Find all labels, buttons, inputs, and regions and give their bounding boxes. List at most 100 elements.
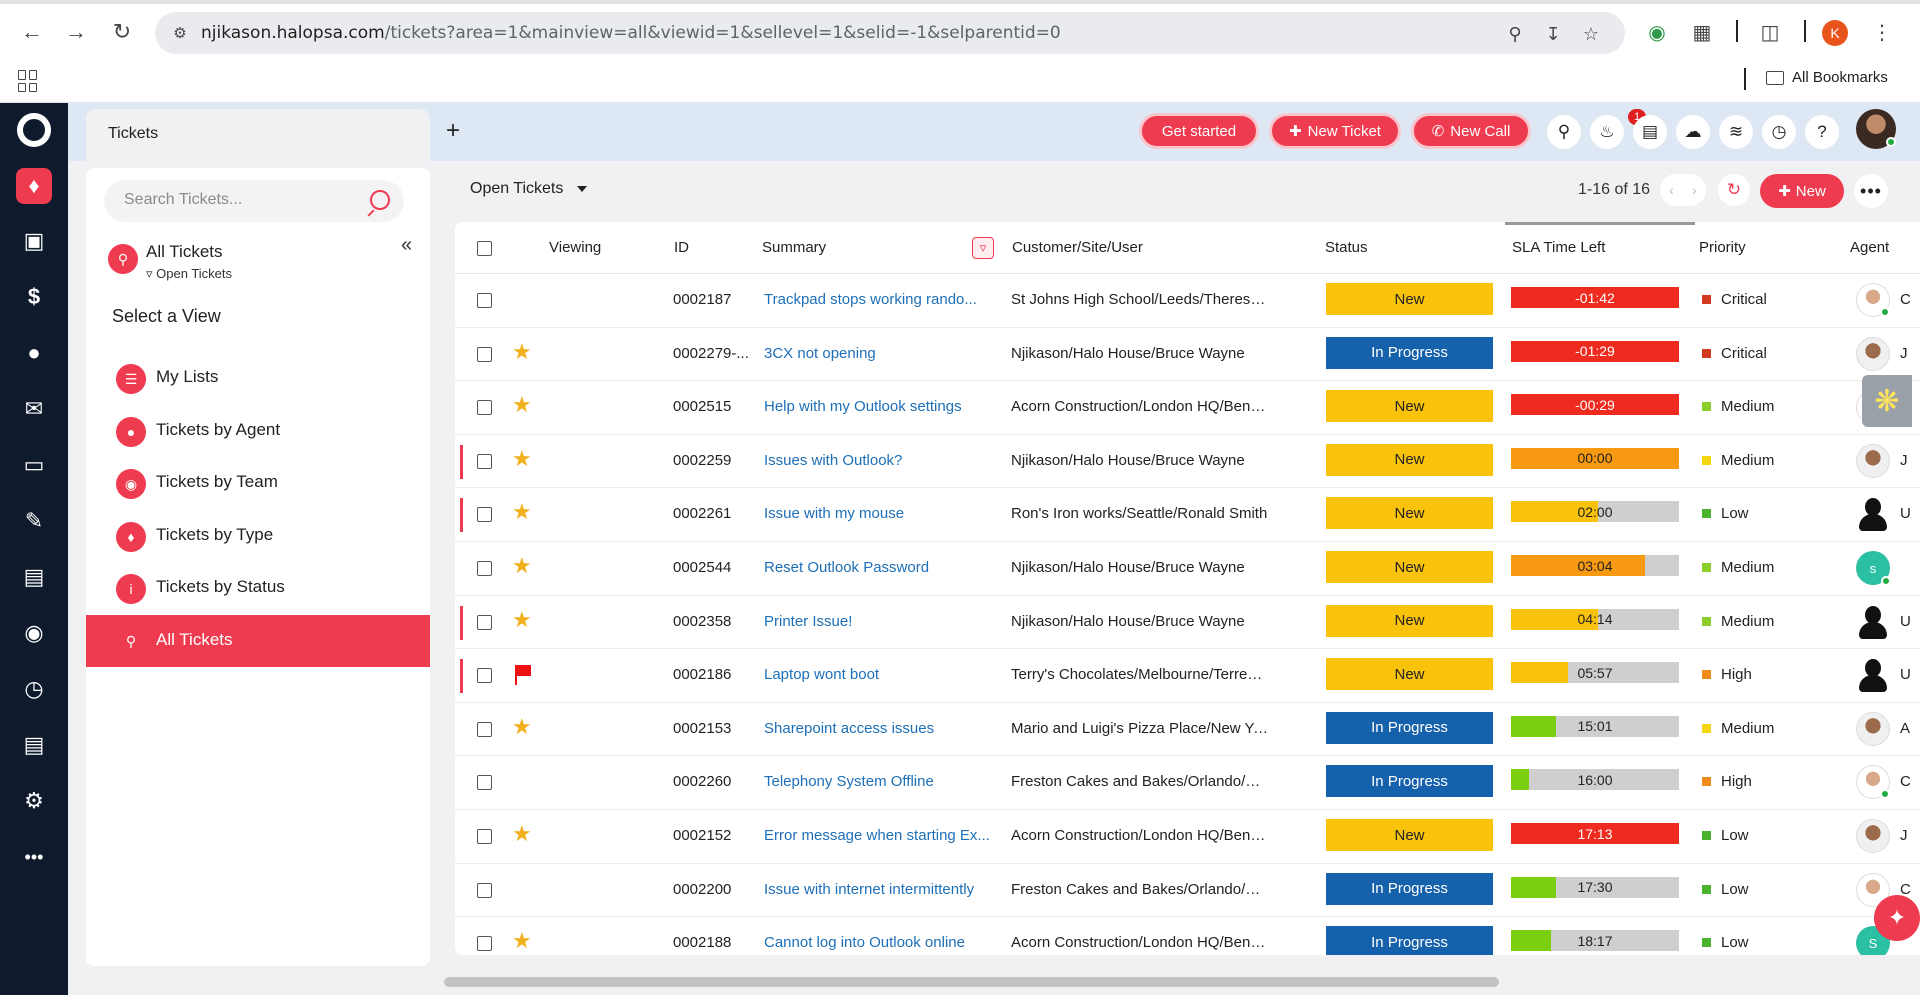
- ticket-summary-link[interactable]: 3CX not opening: [764, 345, 1002, 362]
- halo-logo[interactable]: [17, 113, 51, 147]
- search-tickets-input[interactable]: Search Tickets...: [104, 180, 404, 222]
- apps-grid-icon[interactable]: [18, 70, 40, 92]
- tab-search-icon[interactable]: ◫: [1756, 18, 1784, 46]
- address-bar[interactable]: ⚙ njikason.halopsa.com/tickets?area=1&ma…: [155, 12, 1625, 54]
- view-item-all-tickets[interactable]: ⚲ All Tickets: [86, 614, 430, 667]
- row-checkbox[interactable]: [477, 775, 492, 791]
- user-avatar[interactable]: [1856, 109, 1896, 149]
- table-row[interactable]: ★ 0002261 Issue with my mouse Ron's Iron wo…: [455, 488, 1920, 542]
- select-all-checkbox[interactable]: [477, 241, 492, 256]
- star-icon[interactable]: ★: [512, 930, 532, 952]
- bookmark-star-icon[interactable]: ☆: [1579, 22, 1603, 46]
- ticket-summary-link[interactable]: Reset Outlook Password: [764, 559, 1002, 576]
- col-summary[interactable]: Summary: [762, 239, 826, 256]
- refresh-icon[interactable]: ↻: [1718, 174, 1750, 206]
- rss-icon[interactable]: ≋: [1719, 115, 1753, 149]
- tab-tickets[interactable]: Tickets: [86, 109, 430, 161]
- reload-icon[interactable]: ↻: [106, 16, 138, 48]
- new-ticket-button[interactable]: ✚ New Ticket: [1269, 113, 1401, 149]
- ticket-summary-link[interactable]: Telephony System Offline: [764, 773, 1002, 790]
- star-icon[interactable]: ★: [512, 823, 532, 845]
- view-item-tickets-by-type[interactable]: ♦ Tickets by Type: [86, 510, 430, 562]
- search-icon[interactable]: ⚲: [1547, 115, 1581, 149]
- new-call-button[interactable]: ✆ New Call: [1411, 113, 1531, 149]
- settings-nav-icon[interactable]: ⚙: [16, 783, 52, 819]
- star-icon[interactable]: ★: [512, 501, 532, 523]
- col-customer[interactable]: Customer/Site/User: [1012, 239, 1143, 256]
- get-started-button[interactable]: Get started: [1139, 113, 1259, 149]
- agent-avatar[interactable]: [1856, 336, 1890, 371]
- more-nav-icon[interactable]: •••: [16, 839, 52, 875]
- view-item-my-lists[interactable]: ☰ My Lists: [86, 352, 430, 404]
- ticket-summary-link[interactable]: Help with my Outlook settings: [764, 398, 1002, 415]
- search-icon[interactable]: [370, 190, 390, 210]
- new-button[interactable]: ✚ New: [1760, 174, 1844, 208]
- ticket-summary-link[interactable]: Issue with my mouse: [764, 505, 1002, 522]
- table-row[interactable]: ★ 0002152 Error message when starting Ex..…: [455, 810, 1920, 864]
- star-icon[interactable]: ★: [512, 447, 532, 470]
- row-checkbox[interactable]: [477, 829, 492, 844]
- row-checkbox[interactable]: [477, 721, 492, 737]
- clock-icon[interactable]: ◷: [1762, 115, 1796, 149]
- mail-nav-icon[interactable]: ✉: [16, 391, 52, 427]
- more-options-icon[interactable]: •••: [1854, 174, 1888, 208]
- table-row[interactable]: 0002186 Laptop wont boot Terry's Chocolate…: [455, 649, 1920, 703]
- extension-icon[interactable]: ◉: [1643, 18, 1671, 46]
- agent-avatar[interactable]: [1856, 819, 1890, 853]
- table-row[interactable]: ★ 0002279-... 3CX not opening Njikason/Halo…: [455, 328, 1920, 382]
- briefcase-nav-icon[interactable]: ▣: [16, 223, 52, 259]
- col-agent[interactable]: Agent: [1850, 239, 1889, 256]
- table-row[interactable]: ★ 0002544 Reset Outlook Password Njikason/H…: [455, 542, 1920, 596]
- row-checkbox[interactable]: [477, 936, 492, 952]
- next-page-icon[interactable]: ›: [1692, 182, 1697, 198]
- url-text[interactable]: njikason.halopsa.com/tickets?area=1&main…: [201, 23, 1061, 43]
- bell-icon[interactable]: ♨: [1590, 115, 1624, 149]
- flag-icon[interactable]: [515, 665, 531, 686]
- table-row[interactable]: ★ 0002153 Sharepoint access issues Mario an…: [455, 703, 1920, 757]
- report-nav-icon[interactable]: ▤: [16, 727, 52, 763]
- row-checkbox[interactable]: [477, 668, 492, 684]
- ai-assist-button[interactable]: ✦: [1874, 895, 1920, 941]
- agent-avatar[interactable]: s: [1856, 551, 1891, 586]
- view-selector[interactable]: Open Tickets: [470, 180, 588, 198]
- table-row[interactable]: 0002200 Issue with internet intermittentl…: [455, 864, 1920, 918]
- edit-nav-icon[interactable]: ✎: [16, 503, 52, 539]
- collapse-sidebar-icon[interactable]: «: [401, 234, 412, 257]
- table-row[interactable]: ★ 0002188 Cannot log into Outlook online Ac…: [455, 917, 1920, 955]
- extensions-puzzle-icon[interactable]: ▦: [1688, 18, 1716, 46]
- ticket-summary-link[interactable]: Error message when starting Ex...: [764, 827, 1002, 844]
- row-checkbox[interactable]: [477, 400, 492, 416]
- agent-avatar[interactable]: [1856, 283, 1890, 317]
- row-checkbox[interactable]: [477, 293, 492, 308]
- view-item-tickets-by-agent[interactable]: ● Tickets by Agent: [86, 405, 430, 457]
- col-sla[interactable]: SLA Time Left: [1512, 239, 1605, 256]
- col-viewing[interactable]: Viewing: [549, 239, 601, 256]
- sparkle-widget-icon[interactable]: ❋: [1862, 375, 1912, 427]
- row-checkbox[interactable]: [477, 882, 492, 898]
- star-icon[interactable]: ★: [512, 394, 532, 416]
- col-priority[interactable]: Priority: [1699, 239, 1746, 256]
- ticket-summary-link[interactable]: Laptop wont boot: [764, 666, 1002, 683]
- user-nav-icon[interactable]: ●: [16, 335, 52, 371]
- row-checkbox[interactable]: [477, 561, 492, 576]
- agent-avatar[interactable]: [1856, 443, 1890, 478]
- forward-icon[interactable]: →: [60, 16, 92, 48]
- agent-avatar[interactable]: [1856, 497, 1890, 532]
- ticket-summary-link[interactable]: Sharepoint access issues: [764, 720, 1002, 737]
- dollar-nav-icon[interactable]: $: [16, 279, 52, 315]
- profile-avatar[interactable]: K: [1822, 20, 1848, 46]
- star-icon[interactable]: ★: [512, 555, 532, 577]
- ticket-summary-link[interactable]: Trackpad stops working rando...: [764, 291, 1002, 308]
- table-row[interactable]: ★ 0002259 Issues with Outlook? Njikason/Hal…: [455, 435, 1920, 489]
- filter-icon[interactable]: ▿: [972, 237, 994, 259]
- help-icon[interactable]: ?: [1805, 115, 1839, 149]
- row-checkbox[interactable]: [477, 346, 492, 362]
- row-checkbox[interactable]: [477, 453, 492, 469]
- ticket-summary-link[interactable]: Issues with Outlook?: [764, 452, 1002, 469]
- cloud-icon[interactable]: ☁: [1676, 115, 1710, 149]
- star-icon[interactable]: ★: [512, 608, 532, 631]
- laptop-nav-icon[interactable]: ▭: [16, 447, 52, 483]
- back-icon[interactable]: ←: [16, 16, 48, 48]
- document-nav-icon[interactable]: ▤: [16, 559, 52, 595]
- row-checkbox[interactable]: [477, 614, 492, 630]
